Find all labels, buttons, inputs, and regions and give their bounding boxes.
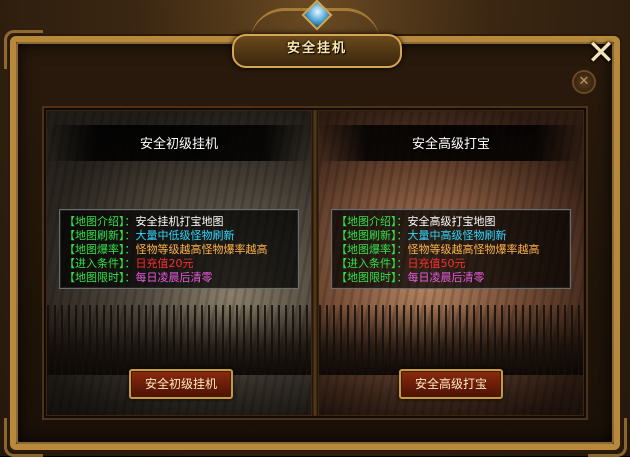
close-icon[interactable]: ✕ <box>584 36 618 70</box>
info-key: 【地图爆率】 <box>64 243 125 256</box>
game-dialog-window: 安全挂机 ✕ ✕ 安全初级挂机 【地图介绍】：安全挂机打宝地图 【地图刷新】：大… <box>0 0 630 457</box>
enter-basic-idle-button[interactable]: 安全初级挂机 <box>129 369 233 399</box>
info-value: 日充值20元 <box>135 257 194 270</box>
info-key: 【进入条件】 <box>336 257 397 270</box>
corner-ornament-bottom-right <box>588 418 627 457</box>
panel-basic-idle: 安全初级挂机 【地图介绍】：安全挂机打宝地图 【地图刷新】：大量中低级怪物刷新 … <box>46 110 312 416</box>
info-value: 日充值50元 <box>407 257 466 270</box>
info-sep: ： <box>396 243 408 256</box>
info-key: 【地图介绍】 <box>336 215 397 228</box>
info-value: 安全挂机打宝地图 <box>135 215 224 228</box>
map-info-box: 【地图介绍】：安全高级打宝地图 【地图刷新】：大量中高级怪物刷新 【地图爆率】：… <box>331 209 571 289</box>
info-sep: ： <box>396 229 408 242</box>
panel-title: 安全高级打宝 <box>411 137 490 152</box>
army-silhouette <box>319 305 583 375</box>
corner-ornament-bottom-left <box>4 418 43 457</box>
info-row-timelimit: 【地图限时】：每日凌晨后清零 <box>64 271 298 285</box>
info-key: 【地图刷新】 <box>64 229 125 242</box>
info-value: 每日凌晨后清零 <box>407 271 485 284</box>
info-sep: ： <box>124 271 136 284</box>
info-key: 【进入条件】 <box>64 257 125 270</box>
info-sep: ： <box>124 243 136 256</box>
panel-advanced-loot: 安全高级打宝 【地图介绍】：安全高级打宝地图 【地图刷新】：大量中高级怪物刷新 … <box>318 110 584 416</box>
info-row-droprate: 【地图爆率】：怪物等级越高怪物爆率越高 <box>64 243 298 257</box>
info-sep: ： <box>124 229 136 242</box>
info-row-intro: 【地图介绍】：安全挂机打宝地图 <box>64 215 298 229</box>
enter-advanced-loot-button[interactable]: 安全高级打宝 <box>399 369 503 399</box>
info-value: 大量中低级怪物刷新 <box>135 229 235 242</box>
info-row-intro: 【地图介绍】：安全高级打宝地图 <box>336 215 570 229</box>
dialog-title: 安全挂机 <box>232 34 402 68</box>
close-circle-icon[interactable]: ✕ <box>572 70 596 94</box>
info-value: 每日凌晨后清零 <box>135 271 213 284</box>
info-sep: ： <box>124 257 136 270</box>
info-sep: ： <box>396 257 408 270</box>
info-sep: ： <box>396 271 408 284</box>
info-value: 安全高级打宝地图 <box>407 215 496 228</box>
info-key: 【地图刷新】 <box>336 229 397 242</box>
info-row-condition: 【进入条件】：日充值50元 <box>336 257 570 271</box>
info-row-timelimit: 【地图限时】：每日凌晨后清零 <box>336 271 570 285</box>
info-value: 大量中高级怪物刷新 <box>407 229 507 242</box>
panel-title: 安全初级挂机 <box>139 137 218 152</box>
corner-ornament-top-left <box>4 30 43 69</box>
info-key: 【地图限时】 <box>64 271 125 284</box>
map-info-box: 【地图介绍】：安全挂机打宝地图 【地图刷新】：大量中低级怪物刷新 【地图爆率】：… <box>59 209 299 289</box>
info-value: 怪物等级越高怪物爆率越高 <box>135 243 268 256</box>
info-value: 怪物等级越高怪物爆率越高 <box>407 243 540 256</box>
info-key: 【地图爆率】 <box>336 243 397 256</box>
info-row-condition: 【进入条件】：日充值20元 <box>64 257 298 271</box>
info-row-refresh: 【地图刷新】：大量中低级怪物刷新 <box>64 229 298 243</box>
info-row-droprate: 【地图爆率】：怪物等级越高怪物爆率越高 <box>336 243 570 257</box>
info-row-refresh: 【地图刷新】：大量中高级怪物刷新 <box>336 229 570 243</box>
info-sep: ： <box>124 215 136 228</box>
info-key: 【地图限时】 <box>336 271 397 284</box>
info-sep: ： <box>396 215 408 228</box>
info-key: 【地图介绍】 <box>64 215 125 228</box>
army-silhouette <box>47 305 311 375</box>
